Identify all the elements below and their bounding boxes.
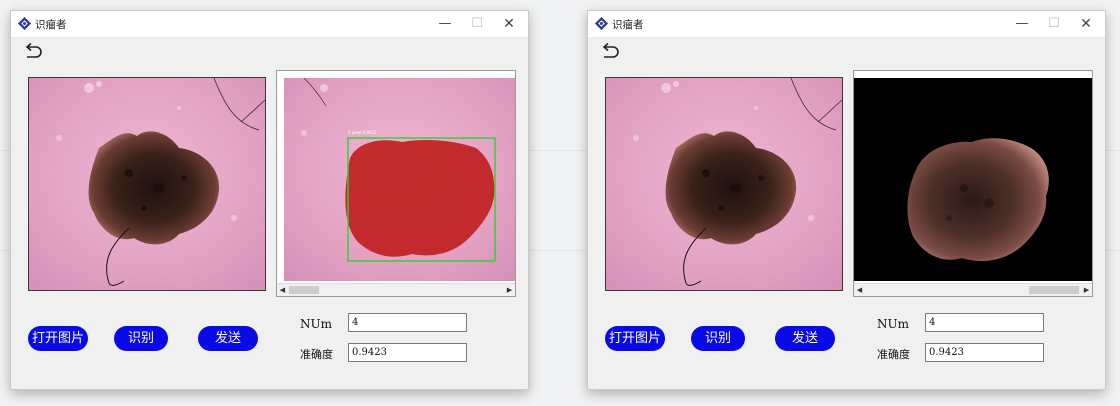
num-field[interactable]: 4 (925, 313, 1044, 332)
accuracy-field[interactable]: 0.9423 (348, 343, 467, 362)
num-label: NUm (300, 317, 332, 331)
back-arrow-icon[interactable] (21, 41, 45, 63)
segmentation-image-viewport (854, 78, 1092, 281)
detection-tag: 0 pixel 0.9423 (348, 130, 377, 135)
scroll-thumb[interactable] (1029, 286, 1079, 294)
app-window-left: 识瘤者 — ☐ ✕ 0 pixel 0.9423 ◀ ▶ 打开图片 识别 发送 … (10, 10, 529, 390)
title-bar: 识瘤者 — ☐ ✕ (11, 11, 528, 38)
detection-result-image: 0 pixel 0.9423 (284, 78, 515, 281)
detection-image-viewport: 0 pixel 0.9423 (284, 78, 515, 281)
recognize-button[interactable]: 识别 (114, 326, 168, 351)
back-arrow-icon[interactable] (598, 41, 622, 63)
accuracy-label: 准确度 (300, 348, 333, 361)
accuracy-field[interactable]: 0.9423 (925, 343, 1044, 362)
title-bar: 识瘤者 — ☐ ✕ (588, 11, 1105, 38)
maximize-icon[interactable]: ☐ (1041, 13, 1067, 35)
skin-lesion-image (606, 78, 842, 290)
accuracy-label: 准确度 (877, 348, 910, 361)
skin-lesion-image (29, 78, 265, 290)
num-label: NUm (877, 317, 909, 331)
open-image-button[interactable]: 打开图片 (28, 326, 88, 351)
app-logo-icon (17, 16, 32, 31)
detection-view[interactable]: 0 pixel 0.9423 ◀ ▶ (276, 70, 516, 297)
app-window-right: 识瘤者 — ☐ ✕ ◀ ▶ 打开图片 识别 发送 NUm 4 准确度 0.942… (587, 10, 1106, 390)
segmentation-view[interactable]: ◀ ▶ (853, 70, 1093, 297)
scroll-right-icon[interactable]: ▶ (1081, 284, 1092, 296)
horizontal-scrollbar[interactable]: ◀ ▶ (854, 283, 1092, 296)
recognize-button[interactable]: 识别 (691, 326, 745, 351)
minimize-icon[interactable]: — (432, 13, 458, 35)
window-title: 识瘤者 (35, 19, 67, 31)
horizontal-scrollbar[interactable]: ◀ ▶ (277, 283, 515, 296)
close-icon[interactable]: ✕ (1073, 13, 1099, 35)
scroll-thumb[interactable] (289, 286, 319, 294)
app-logo-icon (594, 16, 609, 31)
original-image-panel (605, 77, 843, 291)
maximize-icon[interactable]: ☐ (464, 13, 490, 35)
window-title: 识瘤者 (612, 19, 644, 31)
open-image-button[interactable]: 打开图片 (605, 326, 665, 351)
scroll-left-icon[interactable]: ◀ (277, 284, 288, 296)
num-field[interactable]: 4 (348, 313, 467, 332)
scroll-right-icon[interactable]: ▶ (504, 284, 515, 296)
send-button[interactable]: 发送 (775, 326, 835, 351)
minimize-icon[interactable]: — (1009, 13, 1035, 35)
close-icon[interactable]: ✕ (496, 13, 522, 35)
original-image-panel (28, 77, 266, 291)
scroll-left-icon[interactable]: ◀ (854, 284, 865, 296)
send-button[interactable]: 发送 (198, 326, 258, 351)
segmentation-result-image (854, 78, 1092, 281)
